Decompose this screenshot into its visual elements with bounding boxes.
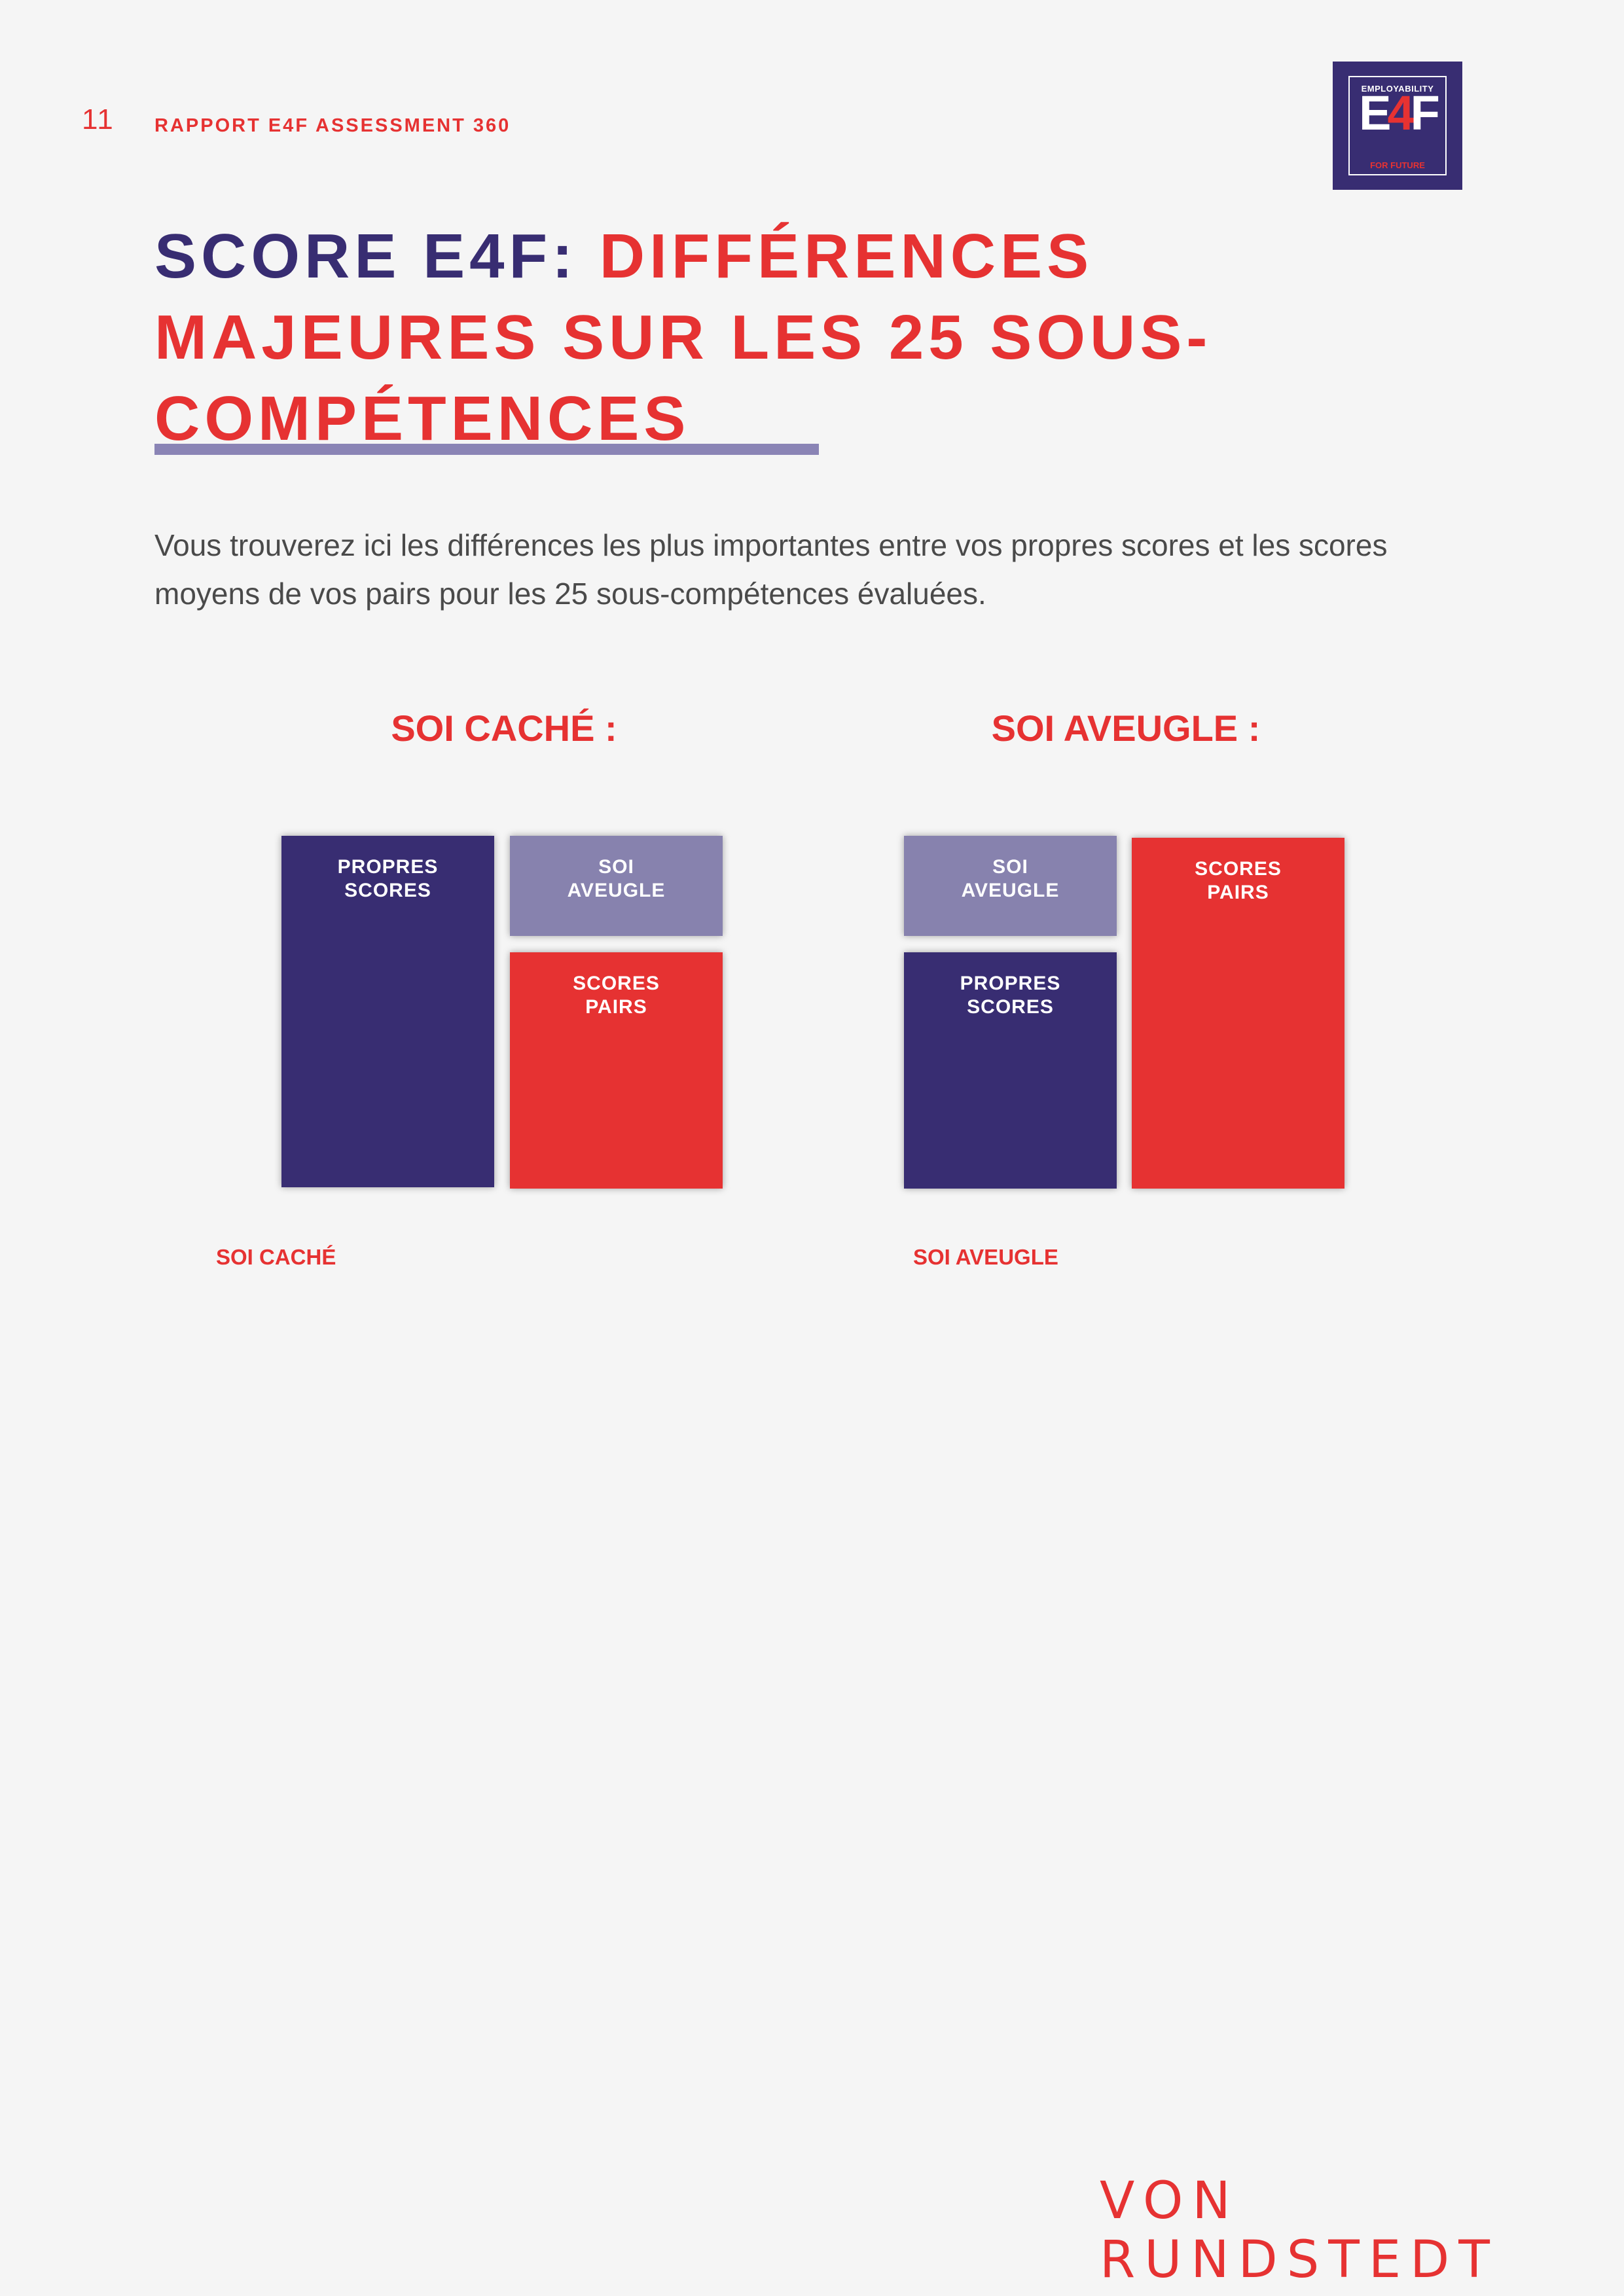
e4f-logo: EMPLOYABILITY E4F FOR FUTURE bbox=[1333, 62, 1462, 190]
block-label: SOI AVEUGLE bbox=[510, 836, 723, 903]
logo-frame: EMPLOYABILITY E4F FOR FUTURE bbox=[1348, 76, 1447, 175]
headline-lead: SCORE E4F: bbox=[154, 221, 578, 291]
label-line: AVEUGLE bbox=[961, 880, 1060, 901]
logo-mark-f: F bbox=[1410, 86, 1440, 140]
page-headline: SCORE E4F: DIFFÉRENCES MAJEURES SUR LES … bbox=[154, 216, 1490, 459]
logo-mark-4: 4 bbox=[1387, 86, 1415, 140]
block-label: PROPRES SCORES bbox=[281, 836, 494, 903]
hidden-self-own-scores-block: PROPRES SCORES bbox=[281, 836, 494, 1187]
caption-hidden-self: SOI CACHÉ bbox=[216, 1245, 336, 1269]
label-line: SCORES bbox=[967, 996, 1054, 1018]
label-line: PROPRES bbox=[337, 856, 439, 878]
hidden-self-peer-scores-block: SCORES PAIRS bbox=[510, 952, 723, 1189]
section-title-blind-self: SOI AVEUGLE : bbox=[991, 708, 1261, 749]
label-line: PAIRS bbox=[585, 996, 647, 1018]
label-line: PAIRS bbox=[1207, 882, 1269, 903]
logo-mark: E4F bbox=[1350, 89, 1445, 137]
block-label: SCORES PAIRS bbox=[510, 952, 723, 1019]
caption-blind-self: SOI AVEUGLE bbox=[913, 1245, 1058, 1269]
label-line: PROPRES bbox=[960, 973, 1061, 994]
headline-rule bbox=[154, 444, 819, 455]
hidden-self-blind-self-block: SOI AVEUGLE bbox=[510, 836, 723, 936]
section-title-hidden-self: SOI CACHÉ : bbox=[391, 708, 617, 749]
block-label: SCORES PAIRS bbox=[1132, 838, 1344, 905]
label-line: SOI bbox=[598, 856, 634, 878]
blind-self-blind-self-block: SOI AVEUGLE bbox=[904, 836, 1117, 936]
intro-paragraph: Vous trouverez ici les différences les p… bbox=[154, 528, 1388, 611]
block-label: PROPRES SCORES bbox=[904, 952, 1117, 1019]
logo-mark-e: E bbox=[1359, 86, 1391, 140]
label-line: SCORES bbox=[344, 880, 431, 901]
block-label: SOI AVEUGLE bbox=[904, 836, 1117, 903]
report-title: RAPPORT E4F ASSESSMENT 360 bbox=[154, 115, 511, 136]
label-line: SOI bbox=[992, 856, 1028, 878]
label-line: SCORES bbox=[573, 973, 660, 994]
label-line: AVEUGLE bbox=[567, 880, 666, 901]
logo-bottom-text: FOR FUTURE bbox=[1370, 160, 1425, 170]
blind-self-peer-scores-block: SCORES PAIRS bbox=[1132, 838, 1344, 1189]
page-number: 11 bbox=[82, 103, 115, 135]
label-line: SCORES bbox=[1195, 858, 1282, 880]
blind-self-own-scores-block: PROPRES SCORES bbox=[904, 952, 1117, 1189]
brand-wordmark: VON RUNDSTEDT bbox=[1100, 2172, 1499, 2289]
